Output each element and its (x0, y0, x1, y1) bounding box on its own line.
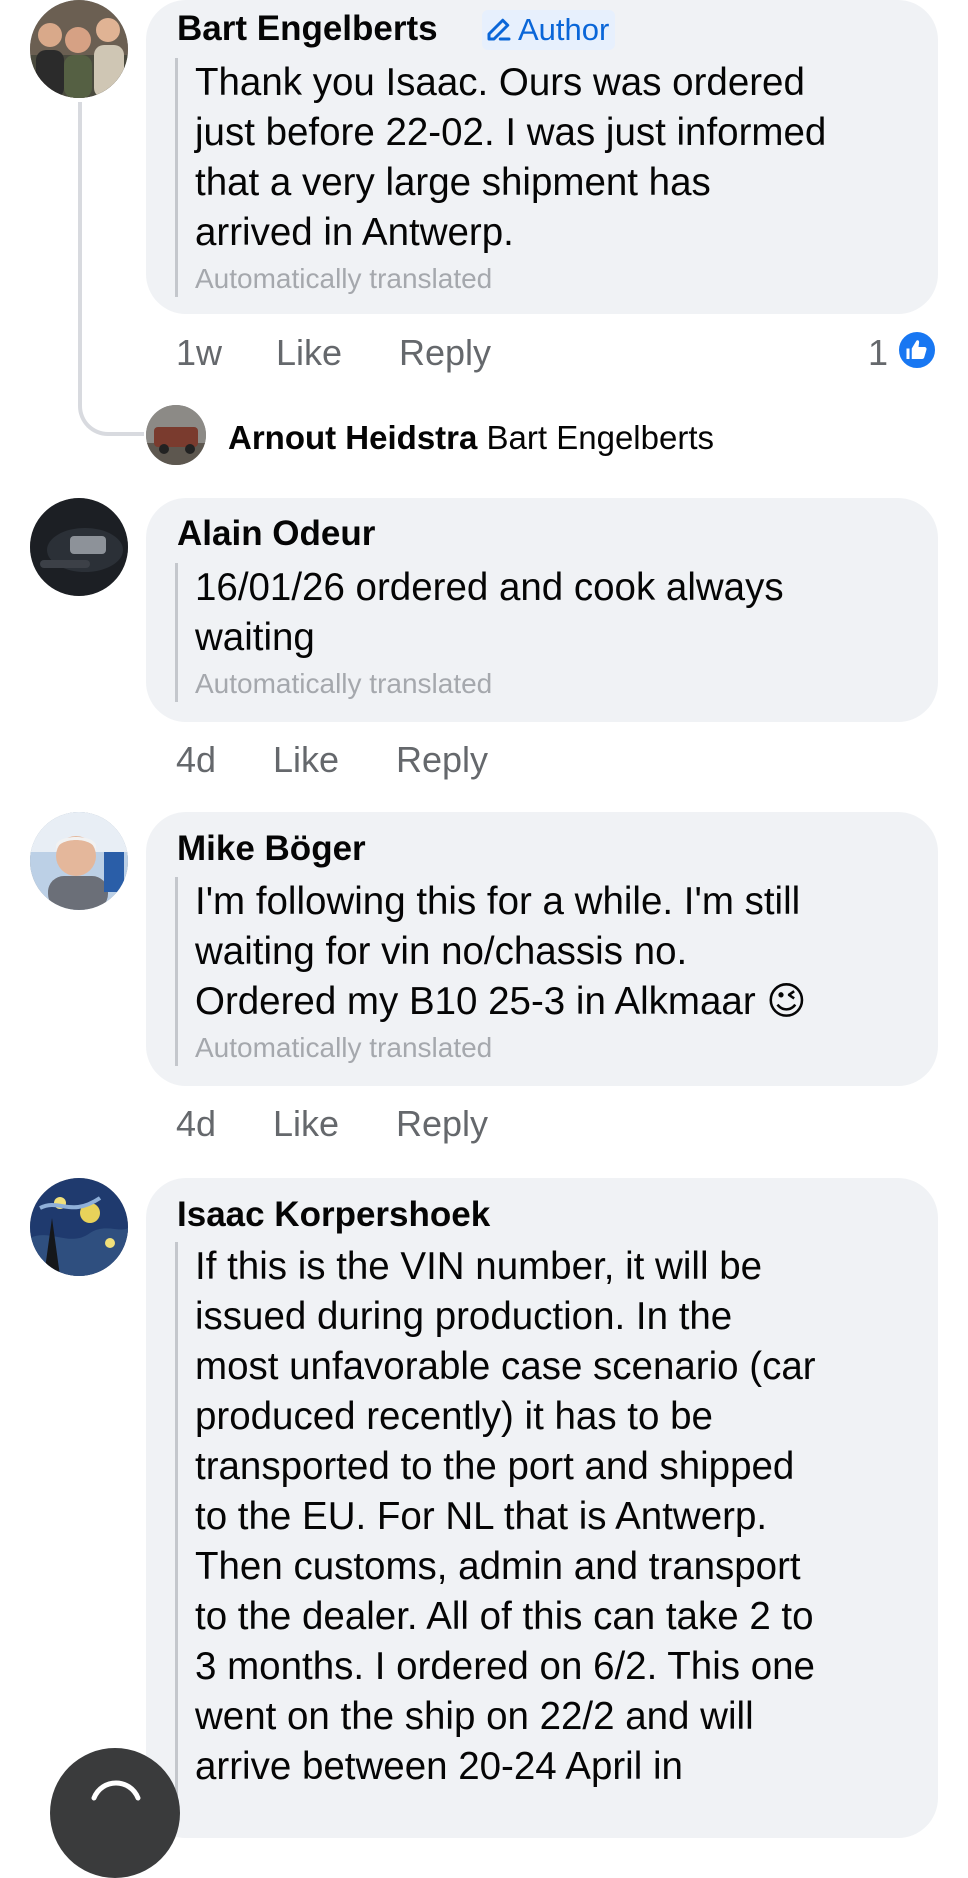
translated-label[interactable]: Automatically translated (195, 1030, 915, 1066)
reply-author: Arnout Heidstra (228, 419, 478, 456)
like-button[interactable]: Like (273, 1102, 339, 1146)
reply-button[interactable]: Reply (396, 1102, 488, 1146)
reply-thread-line (78, 102, 144, 436)
reply-mention: Bart Engelberts (486, 419, 714, 456)
comment-time[interactable]: 1w (176, 331, 222, 375)
wink-emoji-icon: 😉 (766, 980, 807, 1023)
comment-author[interactable]: Isaac Korpershoek (177, 1195, 490, 1235)
reply-button[interactable]: Reply (396, 738, 488, 782)
reply-button[interactable]: Reply (399, 331, 491, 375)
comment-text: I'm following this for a while. I'm stil… (195, 877, 915, 1027)
translated-label[interactable]: Automatically translated (195, 666, 915, 702)
comment-time[interactable]: 4d (176, 738, 216, 782)
translated-comment: 16/01/26 ordered and cook always waiting… (175, 563, 915, 702)
translated-comment: I'm following this for a while. I'm stil… (175, 877, 915, 1066)
avatar[interactable] (30, 1178, 128, 1276)
author-badge: Author (482, 10, 616, 50)
comment-time[interactable]: 4d (176, 1102, 216, 1146)
comment-text: 16/01/26 ordered and cook always waiting (195, 566, 784, 659)
comment-author[interactable]: Mike Böger (177, 829, 366, 869)
translated-comment: Thank you Isaac. Ours was ordered just b… (175, 58, 915, 297)
author-badge-label: Author (518, 12, 610, 47)
comment-author[interactable]: Bart Engelberts (177, 9, 438, 49)
reaction-count[interactable]: 1 (868, 331, 888, 375)
avatar[interactable] (30, 812, 128, 910)
comment-text: Thank you Isaac. Ours was ordered just b… (195, 61, 827, 254)
comment-text-body: I'm following this for a while. I'm stil… (195, 880, 801, 1023)
pencil-icon (484, 12, 518, 47)
translated-label[interactable]: Automatically translated (195, 261, 915, 297)
reply-preview[interactable]: Arnout Heidstra Bart Engelberts (228, 418, 714, 458)
comment-author[interactable]: Alain Odeur (177, 514, 375, 554)
like-button[interactable]: Like (276, 331, 342, 375)
thumbs-up-icon (896, 329, 938, 371)
translated-comment: If this is the VIN number, it will be is… (175, 1242, 935, 1801)
like-button[interactable]: Like (273, 738, 339, 782)
floating-action-button[interactable] (50, 1748, 180, 1878)
avatar[interactable] (30, 498, 128, 596)
reply-avatar[interactable] (146, 405, 206, 465)
comment-text: If this is the VIN number, it will be is… (195, 1245, 816, 1788)
avatar[interactable] (30, 0, 128, 98)
